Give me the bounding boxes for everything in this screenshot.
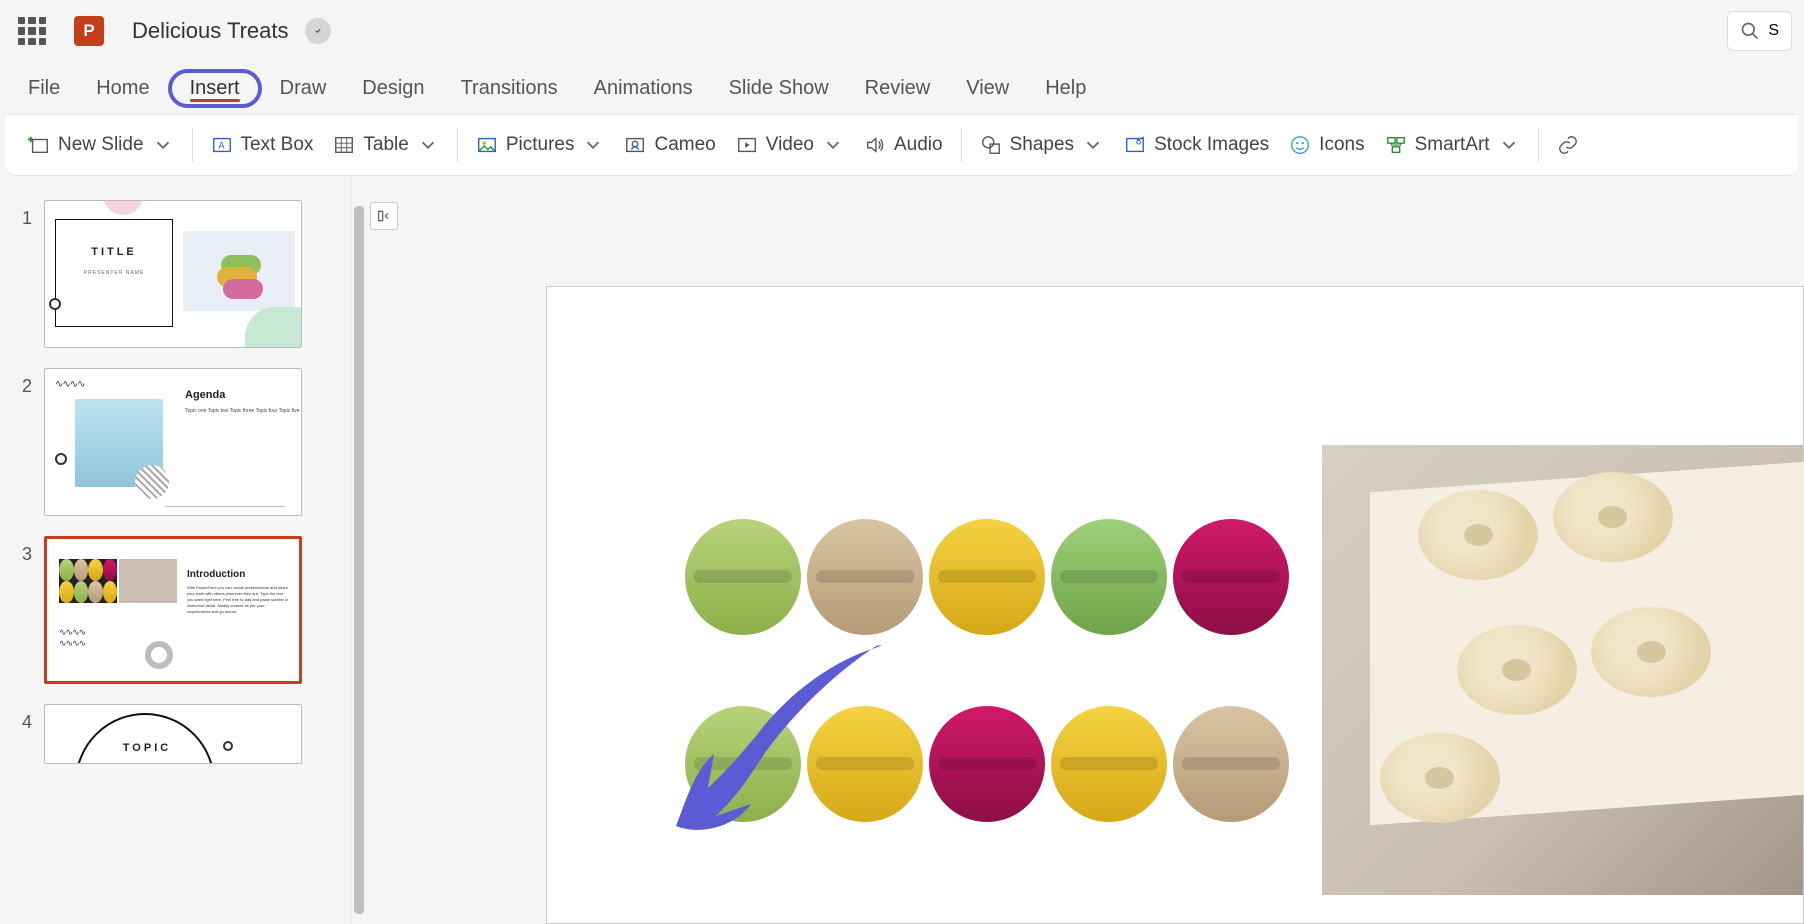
divider bbox=[192, 128, 193, 162]
link-icon bbox=[1557, 134, 1579, 156]
tab-draw[interactable]: Draw bbox=[262, 69, 345, 108]
slide-image-macarons[interactable] bbox=[647, 445, 1327, 895]
divider bbox=[457, 128, 458, 162]
thumb-number: 4 bbox=[16, 704, 32, 733]
text-box-label: Text Box bbox=[241, 134, 314, 156]
thumb2-lines: Topic one Topic two Topic three Topic fo… bbox=[185, 407, 299, 415]
slide-thumbnail-4[interactable]: TOPIC bbox=[44, 704, 302, 764]
icons-label: Icons bbox=[1319, 134, 1364, 156]
document-title[interactable]: Delicious Treats bbox=[132, 18, 289, 44]
ribbon-insert: New Slide A Text Box Table Pictures Came… bbox=[6, 114, 1798, 176]
thumbnails-scrollbar[interactable] bbox=[350, 176, 366, 924]
shapes-label: Shapes bbox=[1010, 134, 1074, 156]
slide-thumbnail-3[interactable]: Introduction With PowerPoint you can cre… bbox=[44, 536, 302, 684]
pictures-button[interactable]: Pictures bbox=[466, 128, 615, 162]
powerpoint-app-icon bbox=[74, 16, 104, 46]
search-hint: S bbox=[1768, 22, 1779, 40]
divider bbox=[961, 128, 962, 162]
shapes-button[interactable]: Shapes bbox=[970, 128, 1114, 162]
thumb2-heading: Agenda bbox=[185, 389, 225, 401]
cameo-button[interactable]: Cameo bbox=[614, 128, 725, 162]
table-icon bbox=[333, 134, 355, 156]
thumb1-title: TITLE bbox=[56, 246, 172, 258]
divider bbox=[1538, 128, 1539, 162]
cameo-label: Cameo bbox=[654, 134, 715, 156]
thumb-number: 1 bbox=[16, 200, 32, 229]
thumb-number: 2 bbox=[16, 368, 32, 397]
thumb-number: 3 bbox=[16, 536, 32, 565]
new-slide-icon bbox=[28, 134, 50, 156]
svg-text:A: A bbox=[218, 141, 225, 151]
stock-images-icon bbox=[1124, 134, 1146, 156]
chevron-down-icon bbox=[417, 134, 439, 156]
video-icon bbox=[736, 134, 758, 156]
slide-thumbnails-panel: 1 TITLE PRESENTER NAME 2 ∿∿∿∿ bbox=[0, 176, 350, 924]
slide-image-bakery[interactable] bbox=[1322, 445, 1803, 895]
chevron-down-icon bbox=[152, 134, 174, 156]
new-slide-button[interactable]: New Slide bbox=[18, 128, 184, 162]
link-button[interactable] bbox=[1547, 128, 1589, 162]
save-status-icon[interactable] bbox=[305, 18, 331, 44]
slide-thumbnail-1[interactable]: TITLE PRESENTER NAME bbox=[44, 200, 302, 348]
table-label: Table bbox=[363, 134, 408, 156]
chevron-down-icon bbox=[1498, 134, 1520, 156]
icons-button[interactable]: Icons bbox=[1279, 128, 1374, 162]
tab-insert[interactable]: Insert bbox=[168, 69, 262, 108]
stock-images-button[interactable]: Stock Images bbox=[1114, 128, 1279, 162]
smartart-button[interactable]: SmartArt bbox=[1375, 128, 1530, 162]
tab-transitions[interactable]: Transitions bbox=[443, 69, 576, 108]
audio-button[interactable]: Audio bbox=[854, 128, 953, 162]
tab-home[interactable]: Home bbox=[78, 69, 167, 108]
thumb1-subtitle: PRESENTER NAME bbox=[56, 270, 172, 276]
thumb3-heading: Introduction bbox=[187, 569, 245, 580]
tab-review[interactable]: Review bbox=[847, 69, 949, 108]
tab-animations[interactable]: Animations bbox=[576, 69, 711, 108]
chevron-down-icon bbox=[822, 134, 844, 156]
pictures-icon bbox=[476, 134, 498, 156]
text-box-button[interactable]: A Text Box bbox=[201, 128, 324, 162]
slide-canvas[interactable] bbox=[546, 286, 1804, 924]
text-box-icon: A bbox=[211, 134, 233, 156]
search-box[interactable]: S bbox=[1727, 11, 1792, 51]
ribbon-tabs: File Home Insert Draw Design Transitions… bbox=[0, 62, 1804, 114]
tab-file[interactable]: File bbox=[10, 69, 78, 108]
app-launcher-icon[interactable] bbox=[18, 17, 46, 45]
tab-view[interactable]: View bbox=[948, 69, 1027, 108]
chevron-down-icon bbox=[582, 134, 604, 156]
tab-help[interactable]: Help bbox=[1027, 69, 1104, 108]
tab-design[interactable]: Design bbox=[344, 69, 442, 108]
table-button[interactable]: Table bbox=[323, 128, 448, 162]
slide-thumbnail-2[interactable]: ∿∿∿∿ Agenda Topic one Topic two Topic th… bbox=[44, 368, 302, 516]
audio-icon bbox=[864, 134, 886, 156]
new-slide-label: New Slide bbox=[58, 134, 144, 156]
thumb4-heading: TOPIC bbox=[97, 741, 197, 755]
shapes-icon bbox=[980, 134, 1002, 156]
smartart-label: SmartArt bbox=[1415, 134, 1490, 156]
slide-canvas-area bbox=[366, 176, 1804, 924]
chevron-down-icon bbox=[1082, 134, 1104, 156]
video-button[interactable]: Video bbox=[726, 128, 854, 162]
collapse-panel-button[interactable] bbox=[370, 202, 398, 230]
tab-slideshow[interactable]: Slide Show bbox=[711, 69, 847, 108]
smartart-icon bbox=[1385, 134, 1407, 156]
video-label: Video bbox=[766, 134, 814, 156]
search-icon bbox=[1740, 21, 1760, 41]
audio-label: Audio bbox=[894, 134, 943, 156]
cameo-icon bbox=[624, 134, 646, 156]
thumb3-body: With PowerPoint you can create presentat… bbox=[187, 585, 289, 615]
pictures-label: Pictures bbox=[506, 134, 575, 156]
stock-images-label: Stock Images bbox=[1154, 134, 1269, 156]
icons-icon bbox=[1289, 134, 1311, 156]
